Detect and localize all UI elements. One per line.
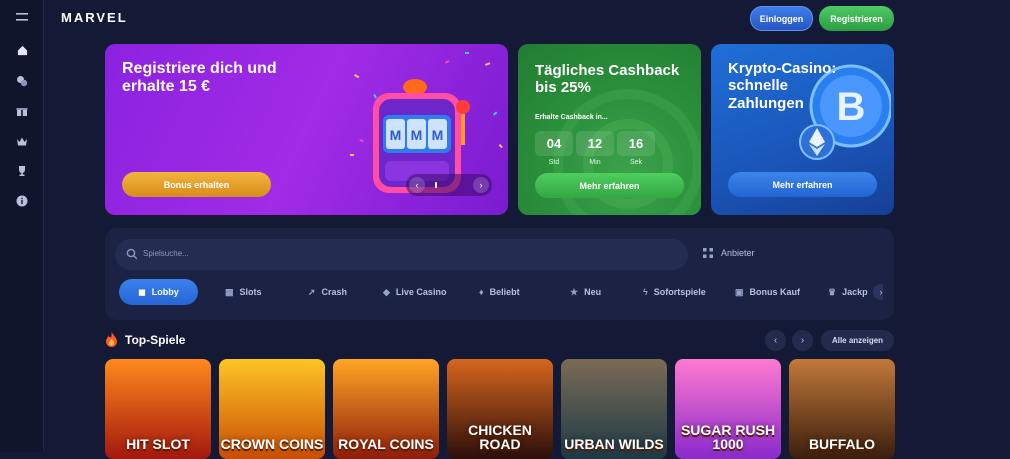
tab-slots[interactable]: ▦ Slots bbox=[225, 279, 262, 305]
tab-label: Beliebt bbox=[489, 287, 520, 297]
tab-crash[interactable]: ➚ Crash bbox=[308, 279, 347, 305]
top-games-heading: Top-Spiele bbox=[105, 332, 185, 347]
svg-text:M: M bbox=[432, 127, 444, 143]
trophy-icon[interactable] bbox=[12, 161, 32, 181]
dice-icon: ◆ bbox=[383, 286, 390, 297]
grid-icon bbox=[703, 248, 713, 258]
slots-icon: ▦ bbox=[225, 286, 234, 297]
tab-popular[interactable]: ♦ Beliebt bbox=[479, 279, 520, 305]
lightning-icon: ϟ bbox=[643, 287, 648, 297]
tab-instant-games[interactable]: ϟ Sofortspiele bbox=[643, 279, 706, 305]
game-title: CROWN COINS bbox=[220, 436, 324, 452]
welcome-title: Registriere dich und erhalte 15 € bbox=[122, 60, 277, 96]
bonus-button[interactable]: Bonus erhalten bbox=[122, 172, 271, 197]
category-tabs: ◼ Lobby ▦ Slots ➚ Crash ◆ Live Casino ♦ … bbox=[115, 278, 883, 306]
tab-bonus-buy[interactable]: ▣ Bonus Kauf bbox=[735, 279, 800, 305]
register-button[interactable]: Registrieren bbox=[819, 6, 894, 31]
top-games-title: Top-Spiele bbox=[125, 332, 186, 347]
sidebar bbox=[0, 0, 44, 452]
chevron-right-icon[interactable]: › bbox=[473, 177, 489, 193]
show-all-button[interactable]: Alle anzeigen bbox=[821, 330, 894, 351]
game-search-panel: Spielsuche... Anbieter ◼ Lobby ▦ Slots ➚… bbox=[105, 228, 894, 320]
tab-label: Neu bbox=[584, 287, 602, 297]
game-tile[interactable]: CROWN COINS bbox=[219, 359, 325, 459]
timer-hours: 04 Std bbox=[535, 131, 573, 167]
timer-minutes-label: Min bbox=[589, 159, 601, 166]
game-title: HIT SLOT bbox=[126, 436, 190, 452]
crypto-more-button[interactable]: Mehr erfahren bbox=[728, 172, 877, 197]
star-icon: ★ bbox=[570, 286, 579, 297]
timer-minutes: 12 Min bbox=[576, 131, 614, 167]
svg-text:M: M bbox=[390, 127, 402, 143]
home-icon[interactable] bbox=[12, 40, 32, 60]
tab-lobby[interactable]: ◼ Lobby bbox=[119, 279, 198, 305]
tab-label: Lobby bbox=[151, 287, 179, 297]
cashback-subtitle: Erhalte Cashback in... bbox=[535, 114, 608, 121]
timer-seconds: 16 Sek bbox=[617, 131, 655, 167]
game-title: CHICKEN ROAD bbox=[468, 422, 532, 452]
login-button[interactable]: Einloggen bbox=[750, 6, 813, 31]
game-tile[interactable]: CHICKEN ROAD bbox=[447, 359, 553, 459]
timer-hours-label: Std bbox=[548, 159, 560, 166]
game-tile[interactable]: ROYAL COINS bbox=[333, 359, 439, 459]
menu-icon[interactable] bbox=[12, 7, 32, 27]
search-icon bbox=[126, 248, 138, 260]
timer-seconds-label: Sek bbox=[629, 159, 643, 166]
crown-icon: ♛ bbox=[828, 286, 837, 297]
game-title: ROYAL COINS bbox=[338, 436, 434, 452]
wallet-icon: ▣ bbox=[735, 286, 744, 297]
game-tile[interactable]: BUFFALO bbox=[789, 359, 895, 459]
rocket-icon: ➚ bbox=[308, 286, 316, 297]
timer-seconds-value: 16 bbox=[617, 131, 655, 156]
chevron-left-icon[interactable]: ‹ bbox=[765, 330, 786, 351]
casino-chips-icon[interactable] bbox=[12, 71, 32, 91]
game-tile[interactable]: HIT SLOT bbox=[105, 359, 211, 459]
game-title: SUGAR RUSH 1000 bbox=[680, 422, 776, 452]
gift-icon[interactable] bbox=[12, 101, 32, 121]
tab-label: Crash bbox=[321, 287, 348, 297]
banner-slider-nav: ‹ › bbox=[406, 174, 492, 196]
info-icon[interactable] bbox=[12, 191, 32, 211]
flame-icon: ♦ bbox=[479, 287, 484, 297]
cashback-more-button[interactable]: Mehr erfahren bbox=[535, 173, 684, 198]
chevron-right-icon[interactable]: › bbox=[873, 284, 883, 300]
svg-text:B: B bbox=[837, 85, 866, 129]
flame-icon bbox=[106, 332, 117, 347]
tab-jackpot[interactable]: ♛ Jackp bbox=[828, 279, 868, 305]
welcome-bonus-banner[interactable]: Registriere dich und erhalte 15 € M M M … bbox=[105, 44, 508, 215]
svg-text:M: M bbox=[411, 127, 423, 143]
timer-minutes-value: 12 bbox=[576, 131, 614, 156]
game-tile[interactable]: SUGAR RUSH 1000 bbox=[675, 359, 781, 459]
crown-icon[interactable] bbox=[12, 131, 32, 151]
providers-label: Anbieter bbox=[721, 248, 755, 258]
providers-filter[interactable]: Anbieter bbox=[703, 248, 755, 258]
tab-label: Sofortspiele bbox=[653, 287, 706, 297]
chevron-left-icon[interactable]: ‹ bbox=[409, 177, 425, 193]
brand-logo[interactable]: MARVEL bbox=[61, 10, 128, 25]
tab-label: Live Casino bbox=[395, 287, 447, 297]
tab-live-casino[interactable]: ◆ Live Casino bbox=[383, 279, 446, 305]
tab-label: Slots bbox=[239, 287, 262, 297]
game-title: URBAN WILDS bbox=[564, 436, 664, 452]
crypto-title: Krypto-Casino: schnelle Zahlungen bbox=[728, 60, 837, 112]
game-title: BUFFALO bbox=[808, 436, 876, 452]
game-tile[interactable]: URBAN WILDS bbox=[561, 359, 667, 459]
search-placeholder: Spielsuche... bbox=[143, 249, 189, 258]
tab-new[interactable]: ★ Neu bbox=[570, 279, 601, 305]
crypto-banner[interactable]: B Krypto-Casino: schnelle Zahlungen Mehr… bbox=[711, 44, 894, 215]
timer-hours-value: 04 bbox=[535, 131, 573, 156]
search-input[interactable]: Spielsuche... bbox=[115, 239, 688, 270]
tab-label: Bonus Kauf bbox=[749, 287, 801, 297]
cashback-banner[interactable]: Tägliches Cashback bis 25% Erhalte Cashb… bbox=[518, 44, 701, 215]
gamepad-icon: ◼ bbox=[138, 286, 146, 297]
cashback-title: Tägliches Cashback bis 25% bbox=[535, 62, 680, 97]
slider-indicator bbox=[435, 182, 437, 188]
chevron-right-icon[interactable]: › bbox=[792, 330, 813, 351]
tab-label: Jackp bbox=[842, 287, 868, 297]
